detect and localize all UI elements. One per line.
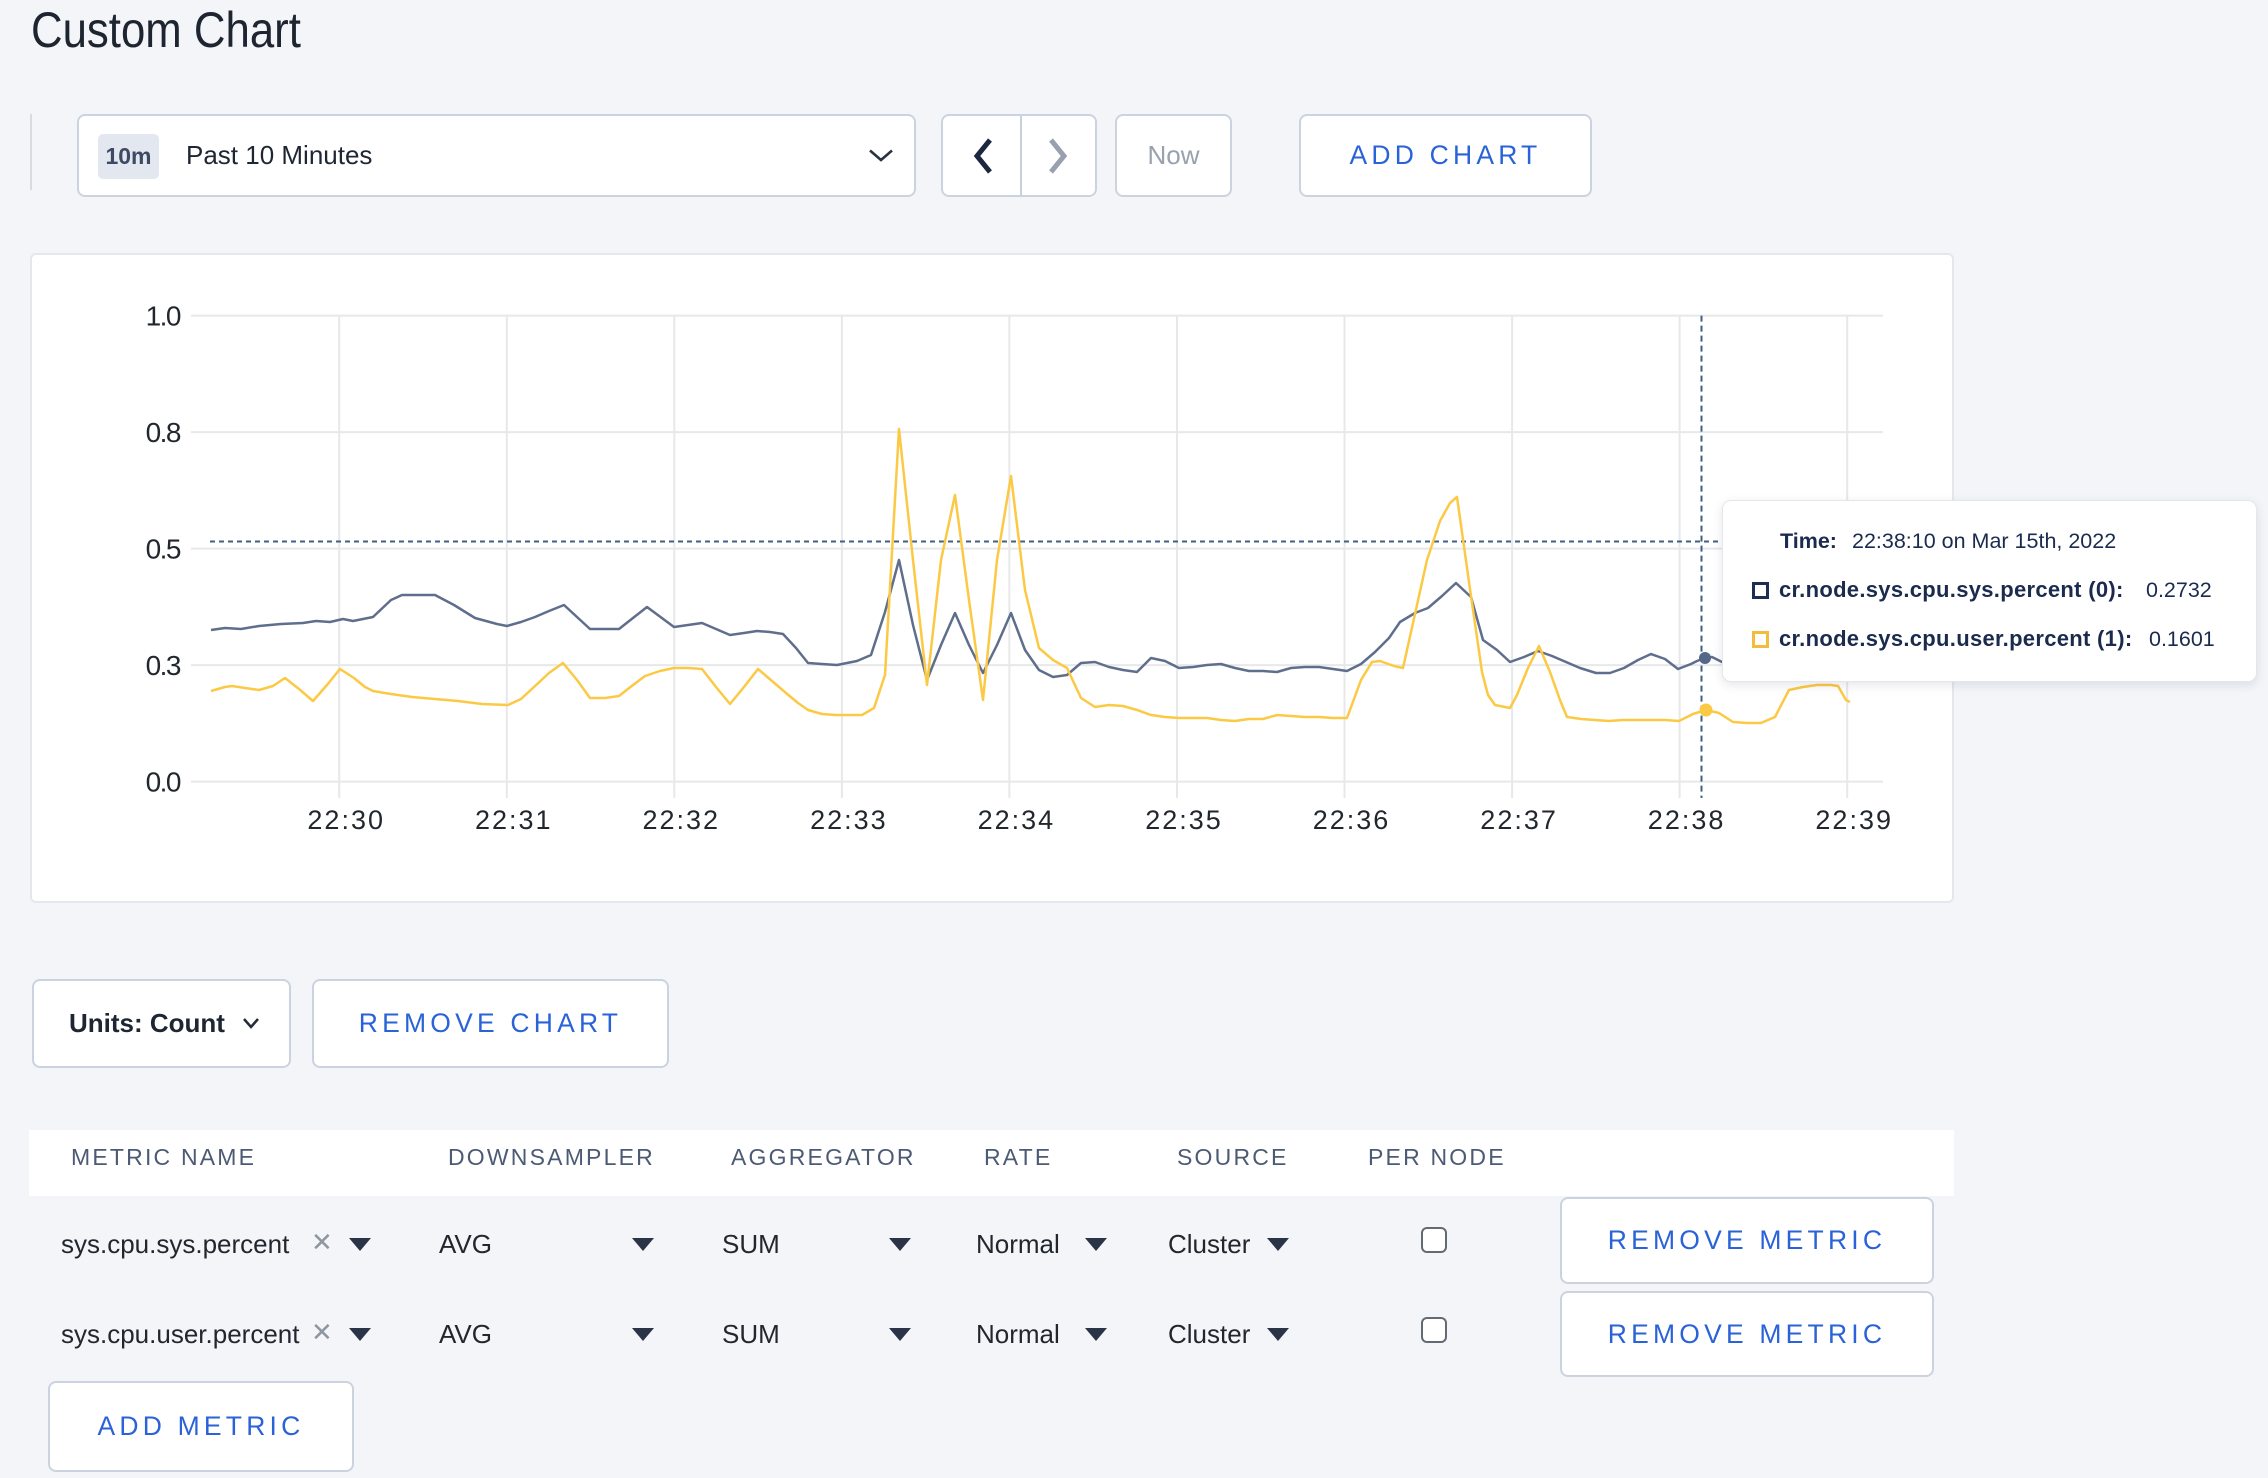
svg-text:22:34: 22:34 [978, 805, 1056, 835]
svg-text:22:39: 22:39 [1815, 805, 1893, 835]
svg-text:0.8: 0.8 [146, 417, 181, 448]
svg-text:0.3: 0.3 [146, 650, 181, 681]
svg-text:0.5: 0.5 [146, 534, 181, 565]
svg-text:22:32: 22:32 [643, 805, 721, 835]
svg-text:22:30: 22:30 [307, 805, 385, 835]
svg-text:22:33: 22:33 [810, 805, 888, 835]
svg-text:22:36: 22:36 [1313, 805, 1391, 835]
svg-text:22:31: 22:31 [475, 805, 553, 835]
svg-text:22:37: 22:37 [1480, 805, 1558, 835]
svg-text:22:38: 22:38 [1648, 805, 1726, 835]
svg-text:0.0: 0.0 [146, 767, 181, 798]
svg-text:22:35: 22:35 [1145, 805, 1223, 835]
svg-text:1.0: 1.0 [146, 301, 181, 332]
